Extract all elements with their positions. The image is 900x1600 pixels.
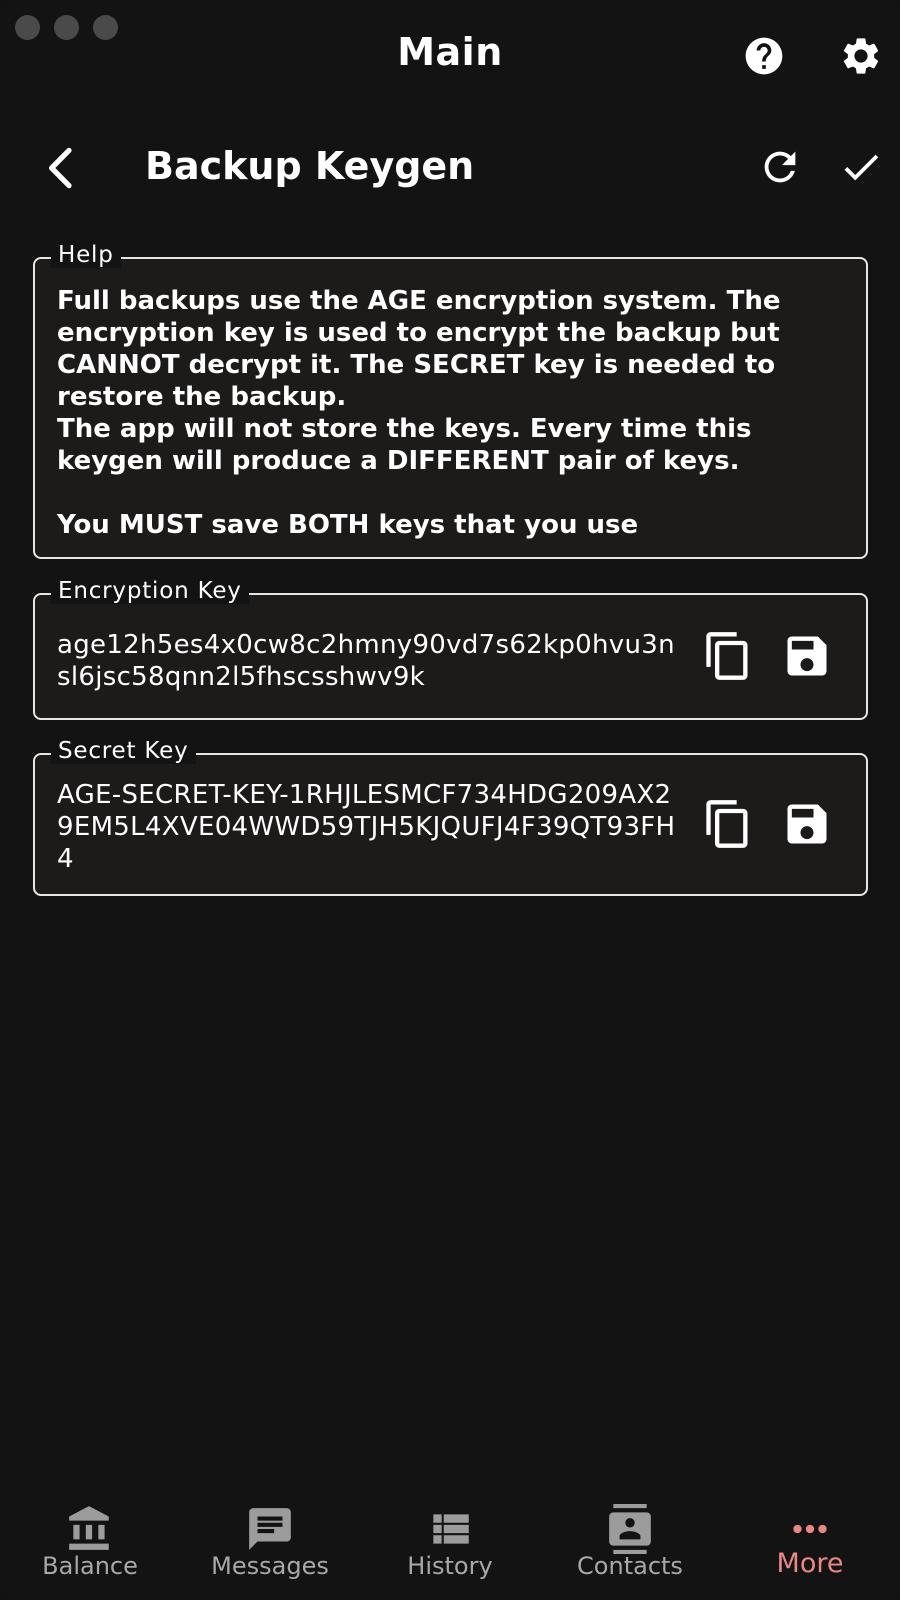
nav-label-more: More [776,1548,844,1579]
regenerate-button[interactable] [757,144,805,192]
nav-item-balance[interactable]: Balance [0,1490,180,1600]
save-encryption-key-button[interactable] [781,629,833,683]
copy-encryption-key-button[interactable] [702,629,754,683]
help-circle-icon [745,37,783,75]
nav-label-messages: Messages [211,1552,329,1580]
save-icon [787,804,827,844]
help-legend: Help [51,242,121,268]
nav-label-history: History [407,1552,493,1580]
gear-icon [843,38,879,74]
secret-key-legend: Secret Key [51,738,196,764]
save-secret-key-button[interactable] [781,797,833,851]
copy-icon [706,800,748,848]
page-title: Backup Keygen [145,144,475,188]
bank-icon [69,1506,109,1550]
message-icon [249,1508,291,1550]
nav-item-messages[interactable]: Messages [180,1490,360,1600]
help-text: Full backups use the AGE encryption syst… [57,286,781,540]
encryption-key-box: Encryption Key age12h5es4x0cw8c2hmny90vd… [33,578,868,720]
help-button[interactable] [741,33,787,79]
nav-label-contacts: Contacts [577,1552,683,1580]
secret-key-box: Secret Key AGE-SECRET-KEY-1RHJLESMCF734H… [33,738,868,896]
more-horizontal-icon [793,1524,827,1534]
page-header: Backup Keygen [0,140,900,196]
chevron-left-icon [49,147,72,189]
copy-secret-key-button[interactable] [702,797,754,851]
copy-icon [706,632,748,680]
back-button[interactable] [36,142,84,194]
nav-item-more[interactable]: More [720,1490,900,1600]
settings-button[interactable] [838,33,884,79]
encryption-key-legend: Encryption Key [51,578,249,604]
list-icon [433,1514,469,1544]
secret-key-value: AGE-SECRET-KEY-1RHJLESMCF734HDG209AX29EM… [57,780,676,874]
nav-label-balance: Balance [42,1552,138,1580]
refresh-icon [764,151,796,183]
save-icon [787,636,827,676]
confirm-button[interactable] [838,144,886,192]
app-window: Main Backup Keygen Help Full backups use… [0,0,900,1600]
nav-item-history[interactable]: History [360,1490,540,1600]
help-box: Help Full backups use the AGE encryption… [33,242,868,559]
check-icon [844,154,879,181]
encryption-key-value: age12h5es4x0cw8c2hmny90vd7s62kp0hvu3nsl6… [57,630,675,692]
nav-item-contacts[interactable]: Contacts [540,1490,720,1600]
bottom-navigation: Balance Messages History Contacts More [0,1490,900,1600]
contacts-icon [609,1504,651,1554]
